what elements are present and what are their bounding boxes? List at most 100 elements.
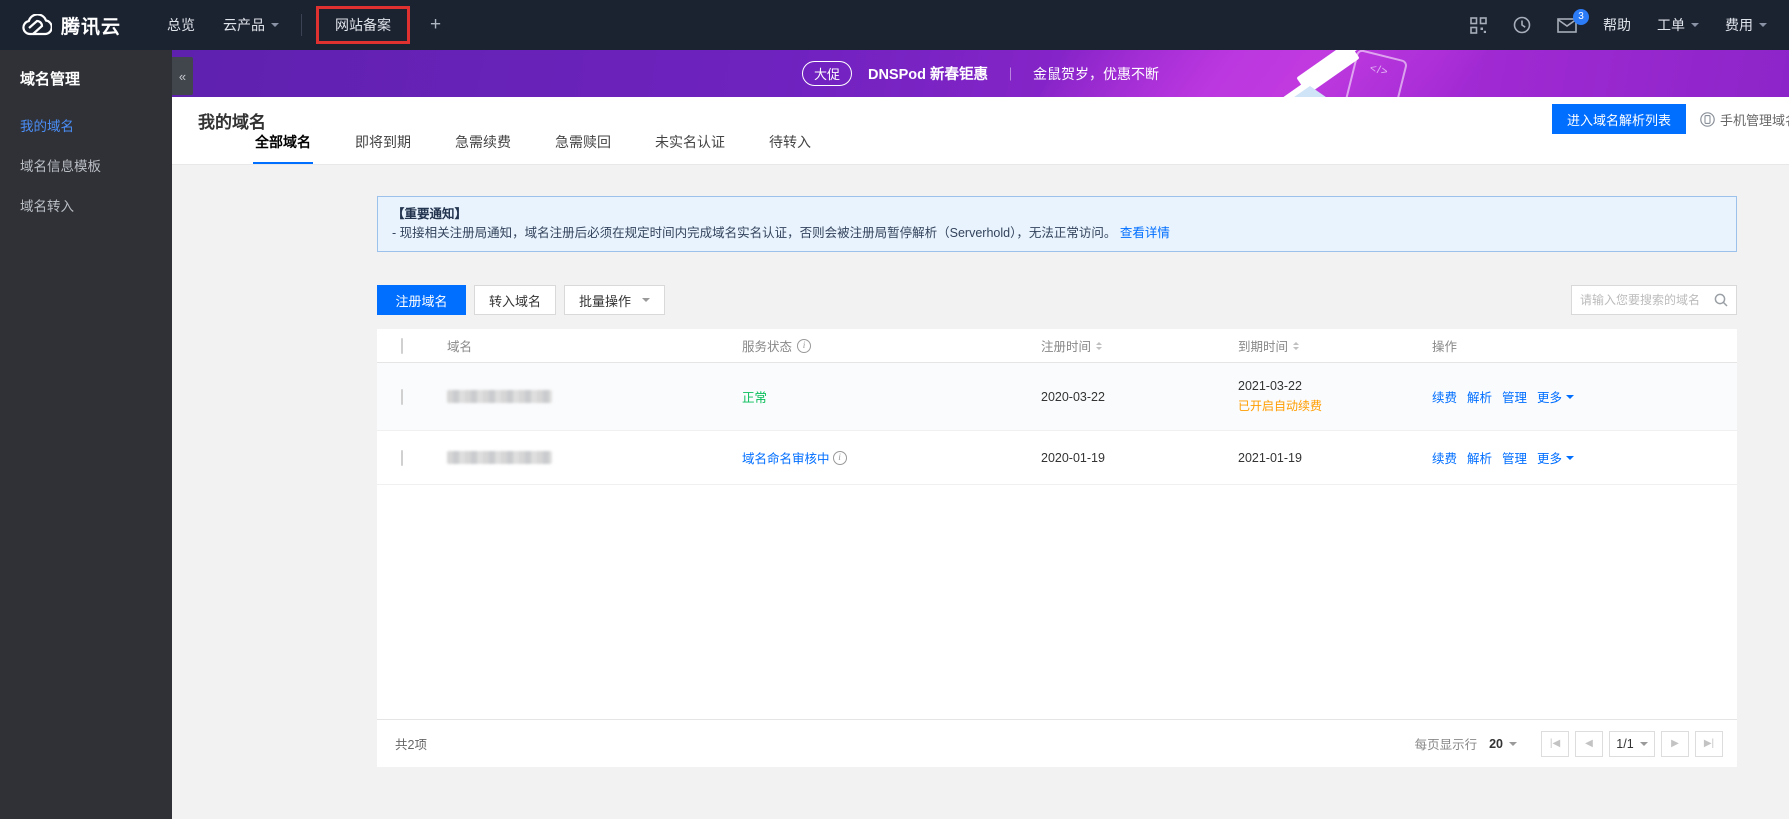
status-under-review-label: 域名命名审核中 [742, 452, 830, 466]
mobile-manage-domains-link[interactable]: 手机管理域名 [1700, 110, 1789, 129]
tab-urgent-redeem[interactable]: 急需赎回 [553, 132, 613, 164]
chevron-down-icon [1566, 394, 1575, 403]
page-title: 我的域名 [198, 113, 266, 132]
history-clock-icon[interactable] [1513, 16, 1531, 34]
content-header: 我的域名 进入域名解析列表 手机管理域名 全部域名 即将到期 急需续费 急需赎回… [172, 97, 1789, 165]
cloud-logo-icon [22, 14, 52, 36]
message-count-badge: 3 [1573, 8, 1589, 25]
col-header-status: 服务状态 i [742, 336, 1041, 355]
sidebar-collapse-button[interactable]: « [172, 57, 193, 95]
more-dropdown[interactable]: 更多 [1537, 448, 1575, 467]
registered-date: 2020-01-19 [1041, 450, 1105, 465]
nav-products[interactable]: 云产品 [209, 0, 293, 50]
phone-icon [1700, 112, 1715, 127]
chevron-down-icon [1509, 741, 1517, 750]
sort-icon[interactable] [1096, 341, 1103, 350]
info-icon[interactable]: i [797, 338, 812, 353]
more-dropdown[interactable]: 更多 [1537, 387, 1575, 406]
nav-beian[interactable]: 网站备案 [335, 0, 391, 50]
logo-text: 腾讯云 [61, 16, 122, 38]
prev-page-button[interactable]: ◀ [1575, 730, 1603, 757]
domain-table-card: 域名 服务状态 i 注册时间 到期时间 操作 正常 2020-03-22 202… [377, 329, 1737, 767]
more-label: 更多 [1537, 391, 1563, 405]
notice-text: - 现接相关注册局通知，域名注册后必须在规定时间内完成域名实名认证，否则会被注册… [392, 226, 1117, 240]
manage-link[interactable]: 管理 [1502, 387, 1527, 406]
renew-link[interactable]: 续费 [1432, 387, 1457, 406]
search-icon[interactable] [1714, 293, 1728, 307]
important-notice: 【重要通知】 - 现接相关注册局通知，域名注册后必须在规定时间内完成域名实名认证… [377, 196, 1737, 252]
page-size-select[interactable]: 20 [1489, 737, 1517, 751]
batch-operations-dropdown[interactable]: 批量操作 [564, 285, 666, 315]
view-details-link[interactable]: 查看详情 [1120, 226, 1170, 240]
help-link[interactable]: 帮助 [1603, 15, 1631, 35]
ticket-menu[interactable]: 工单 [1657, 15, 1699, 35]
renew-link[interactable]: 续费 [1432, 448, 1457, 467]
col-header-registered-label: 注册时间 [1041, 340, 1092, 354]
messages-icon[interactable]: 3 [1557, 8, 1589, 33]
row-checkbox[interactable] [401, 449, 403, 466]
batch-operations-label: 批量操作 [579, 293, 632, 309]
sidebar-item-my-domains[interactable]: 我的域名 [0, 105, 172, 145]
banner-subtitle: 金鼠贺岁，优惠不断 [1033, 65, 1160, 82]
chevron-down-icon [1566, 455, 1575, 464]
info-icon[interactable]: i [832, 450, 847, 465]
qr-scan-icon[interactable] [1470, 16, 1487, 34]
row-checkbox[interactable] [401, 388, 403, 405]
page-indicator: 1/1 [1616, 736, 1634, 751]
tab-not-verified[interactable]: 未实名认证 [653, 132, 727, 164]
resolve-link[interactable]: 解析 [1467, 448, 1492, 467]
nav-add-tab-button[interactable]: + [416, 14, 455, 36]
total-count: 共2项 [395, 738, 427, 752]
toolbar: 注册域名 转入域名 批量操作 [377, 285, 1737, 315]
select-all-checkbox[interactable] [401, 337, 403, 354]
col-header-actions: 操作 [1432, 340, 1458, 354]
sidebar-item-domain-info-template[interactable]: 域名信息模板 [0, 145, 172, 185]
tab-all-domains[interactable]: 全部域名 [253, 132, 313, 164]
top-nav: 总览 云产品 网站备案 + [153, 0, 455, 50]
domain-tabs: 全部域名 即将到期 急需续费 急需赎回 未实名认证 待转入 [253, 132, 813, 164]
nav-overview[interactable]: 总览 [153, 0, 209, 50]
promo-pill: 大促 [801, 61, 852, 86]
table-footer: 共2项 每页显示行 20 |◀ ◀ 1/1 ▶ ▶| [377, 719, 1737, 767]
beian-highlight-box: 网站备案 [316, 6, 411, 44]
chevron-down-icon [1759, 22, 1767, 31]
col-header-registered: 注册时间 [1041, 336, 1238, 355]
blurred-domain-name [447, 390, 552, 403]
expire-date: 2021-03-22 [1238, 379, 1302, 393]
search-input[interactable] [1580, 293, 1714, 307]
banner-separator: ｜ [1004, 67, 1018, 82]
sidebar-item-domain-transfer-in[interactable]: 域名转入 [0, 185, 172, 225]
page-indicator-select[interactable]: 1/1 [1609, 730, 1655, 757]
resolve-link[interactable]: 解析 [1467, 387, 1492, 406]
table-row: 正常 2020-03-22 2021-03-22 已开启自动续费 续费 解析 管… [377, 363, 1737, 431]
next-page-button[interactable]: ▶ [1661, 730, 1689, 757]
notice-title: 【重要通知】 [392, 207, 468, 221]
tab-urgent-renewal[interactable]: 急需续费 [453, 132, 513, 164]
enter-dns-resolve-list-button[interactable]: 进入域名解析列表 [1551, 104, 1686, 134]
banner-content: 大促 DNSPod 新春钜惠 ｜ 金鼠贺岁，优惠不断 [801, 61, 1160, 86]
tencent-cloud-logo[interactable]: 腾讯云 [22, 12, 121, 39]
billing-menu[interactable]: 费用 [1725, 15, 1767, 35]
banner-title: DNSPod 新春钜惠 [867, 67, 989, 83]
ticket-label: 工单 [1657, 17, 1685, 33]
status-under-review[interactable]: 域名命名审核中 i [742, 448, 847, 467]
register-domain-button[interactable]: 注册域名 [377, 285, 466, 315]
domain-search-box [1571, 285, 1737, 315]
chevron-down-icon [1639, 741, 1648, 750]
table-row: 域名命名审核中 i 2020-01-19 2021-01-19 续费 解析 管理… [377, 431, 1737, 485]
last-page-button[interactable]: ▶| [1695, 730, 1723, 757]
chevron-down-icon [642, 298, 651, 306]
tab-expiring-soon[interactable]: 即将到期 [353, 132, 413, 164]
status-normal: 正常 [742, 391, 768, 405]
tab-pending-transfer[interactable]: 待转入 [767, 132, 813, 164]
mobile-manage-label: 手机管理域名 [1720, 113, 1789, 128]
registered-date: 2020-03-22 [1041, 389, 1105, 404]
banner-triangle-decoration [1284, 86, 1336, 97]
manage-link[interactable]: 管理 [1502, 448, 1527, 467]
promo-banner[interactable]: </> 大促 DNSPod 新春钜惠 ｜ 金鼠贺岁，优惠不断 [172, 50, 1789, 97]
first-page-button[interactable]: |◀ [1541, 730, 1569, 757]
sort-icon[interactable] [1293, 341, 1300, 350]
transfer-in-domain-button[interactable]: 转入域名 [474, 285, 557, 315]
sidebar-title: 域名管理 [20, 71, 81, 88]
sidebar: 域名管理 我的域名 域名信息模板 域名转入 [0, 50, 172, 819]
